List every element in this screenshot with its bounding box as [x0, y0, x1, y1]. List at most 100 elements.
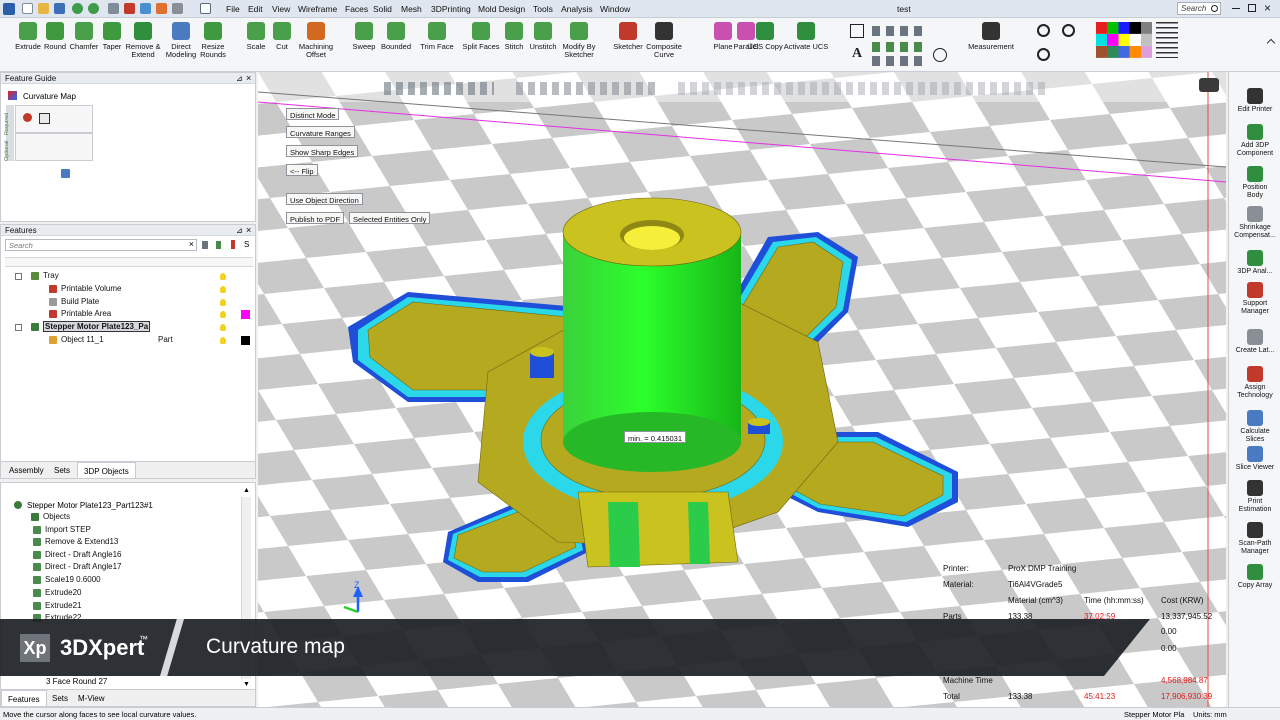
display-toolbar[interactable]: [516, 82, 656, 95]
new-icon[interactable]: [22, 3, 33, 14]
menu-edit[interactable]: Edit: [248, 4, 263, 14]
ribbon-button-composite-curve[interactable]: Composite Curve: [640, 20, 688, 59]
layers-icon[interactable]: [140, 3, 151, 14]
side-button-support-manager[interactable]: Support Manager: [1230, 280, 1280, 316]
ribbon-button-resize-rounds[interactable]: Resize Rounds: [189, 20, 237, 59]
close-icon[interactable]: ×: [246, 225, 251, 235]
curvature-ranges-button[interactable]: Curvature Ranges: [286, 126, 355, 138]
history-item[interactable]: Direct - Draft Angle17: [33, 562, 121, 571]
side-button-create-lat[interactable]: Create Lat...: [1230, 327, 1280, 355]
tab-sets[interactable]: Sets: [52, 694, 68, 703]
side-button-position-body[interactable]: Position Body: [1230, 164, 1280, 200]
search-icon[interactable]: [1211, 5, 1218, 12]
expand-icon[interactable]: [15, 324, 22, 331]
side-button-copy-array[interactable]: Copy Array: [1230, 562, 1280, 590]
features-search-box[interactable]: Search ×: [5, 239, 197, 251]
tab-sets[interactable]: Sets: [54, 466, 70, 475]
dim-tool-icon[interactable]: [872, 42, 926, 52]
selection-toolbar[interactable]: [384, 82, 494, 95]
restore-button[interactable]: [1248, 4, 1256, 12]
expand-icon[interactable]: [15, 273, 22, 280]
side-button-assign-technology[interactable]: Assign Technology: [1230, 364, 1280, 400]
history-item-last[interactable]: 3 Face Round 27: [46, 677, 107, 686]
side-button-calculate-slices[interactable]: Calculate Slices: [1230, 408, 1280, 444]
bulb-icon[interactable]: [220, 299, 226, 306]
search-input[interactable]: Search: [1181, 4, 1206, 13]
ribbon-button-machining-offset[interactable]: Machining Offset: [292, 20, 340, 59]
guide-required-tab[interactable]: Required: [4, 113, 10, 135]
menu-faces[interactable]: Faces: [345, 4, 368, 14]
side-button-3dp-anal[interactable]: 3DP Anal...: [1230, 248, 1280, 276]
visibility-icon[interactable]: [231, 240, 235, 249]
distinct-mode-dropdown[interactable]: Distinct Mode: [286, 108, 340, 120]
history-item[interactable]: Scale19 0.6000: [33, 575, 101, 584]
tree-item[interactable]: Stepper Motor Plate123_Pa: [31, 321, 151, 332]
bulb-icon[interactable]: [220, 311, 226, 318]
menu-mesh[interactable]: Mesh: [401, 4, 422, 14]
bulb-icon[interactable]: [220, 324, 226, 331]
ribbon-button-modify-by-sketcher[interactable]: Modify By Sketcher: [555, 20, 603, 59]
close-button[interactable]: ×: [1264, 1, 1271, 15]
tab-m-view[interactable]: M-View: [78, 694, 105, 703]
zoom-fit-icon[interactable]: [1062, 24, 1075, 37]
tab-assembly[interactable]: Assembly: [9, 466, 44, 475]
options-icon[interactable]: [124, 3, 135, 14]
bulb-icon[interactable]: [220, 286, 226, 293]
side-button-shrinkage-compensat[interactable]: Shrinkage Compensat...: [1230, 204, 1280, 240]
tab-features[interactable]: Features: [1, 690, 47, 706]
tree-item[interactable]: Printable Volume: [49, 284, 121, 293]
pin-icon[interactable]: ⊿: [236, 226, 243, 235]
bulb-icon[interactable]: [220, 337, 226, 344]
ribbon-button-trim-face[interactable]: Trim Face: [417, 20, 457, 51]
history-item[interactable]: Direct - Draft Angle16: [33, 550, 121, 559]
grid-icon[interactable]: [172, 3, 183, 14]
redo-icon[interactable]: [88, 3, 99, 14]
tab-3dp-objects[interactable]: 3DP Objects: [77, 462, 136, 478]
zoom-window-icon[interactable]: [1037, 48, 1050, 61]
show-sharp-edges-button[interactable]: Show Sharp Edges: [286, 145, 359, 157]
color-swatch[interactable]: [241, 310, 250, 319]
tree-item[interactable]: Tray: [31, 271, 59, 280]
menu-solid[interactable]: Solid: [373, 4, 392, 14]
menu-window[interactable]: Window: [600, 4, 630, 14]
history-item[interactable]: Remove & Extend13: [33, 537, 118, 546]
filter-toolbar[interactable]: [678, 82, 1048, 95]
ok-icon[interactable]: [61, 169, 70, 178]
menu-file[interactable]: File: [226, 4, 240, 14]
ribbon-button-measurement[interactable]: Measurement: [967, 20, 1015, 51]
side-button-edit-printer[interactable]: Edit Printer: [1230, 86, 1280, 114]
history-item[interactable]: Objects: [31, 512, 70, 521]
text-tool-icon[interactable]: A: [852, 46, 862, 62]
color-palette[interactable]: [1096, 22, 1152, 58]
print-icon[interactable]: [108, 3, 119, 14]
history-item[interactable]: Extrude21: [33, 601, 81, 610]
save-icon[interactable]: [54, 3, 65, 14]
menu-mold-design[interactable]: Mold Design: [478, 4, 525, 14]
filter-icon[interactable]: [202, 241, 208, 249]
close-icon[interactable]: ×: [246, 73, 251, 83]
side-button-scan-path-manager[interactable]: Scan-Path Manager: [1230, 520, 1280, 556]
features-search-input[interactable]: Search: [9, 241, 33, 250]
menu-view[interactable]: View: [272, 4, 290, 14]
history-scroll-down[interactable]: ▼: [243, 681, 250, 688]
minimize-button[interactable]: [1232, 8, 1240, 9]
open-icon[interactable]: [38, 3, 49, 14]
publish-to-pdf-button[interactable]: Publish to PDF: [286, 212, 345, 224]
clear-icon[interactable]: ×: [189, 239, 194, 249]
sort-icon[interactable]: [216, 241, 221, 249]
note-tool-icon[interactable]: [872, 56, 926, 66]
side-button-print-estimation[interactable]: Print Estimation: [1230, 478, 1280, 514]
render-icon[interactable]: [156, 3, 167, 14]
tree-item[interactable]: Build Plate: [49, 297, 99, 306]
search-box[interactable]: Search: [1177, 2, 1221, 15]
menu-tools[interactable]: Tools: [533, 4, 553, 14]
undo-icon[interactable]: [72, 3, 83, 14]
tree-item[interactable]: Object 11_1 Part: [49, 335, 173, 344]
view-badge-icon[interactable]: [1199, 78, 1219, 92]
window-icon[interactable]: [200, 3, 211, 14]
color-swatch[interactable]: [241, 336, 250, 345]
selected-entities-only-button[interactable]: Selected Entities Only: [349, 212, 431, 224]
ribbon-button-bounded[interactable]: Bounded: [376, 20, 416, 51]
pin-icon[interactable]: ⊿: [236, 74, 243, 83]
side-button-add-3dp-component[interactable]: Add 3DP Component: [1230, 122, 1280, 158]
